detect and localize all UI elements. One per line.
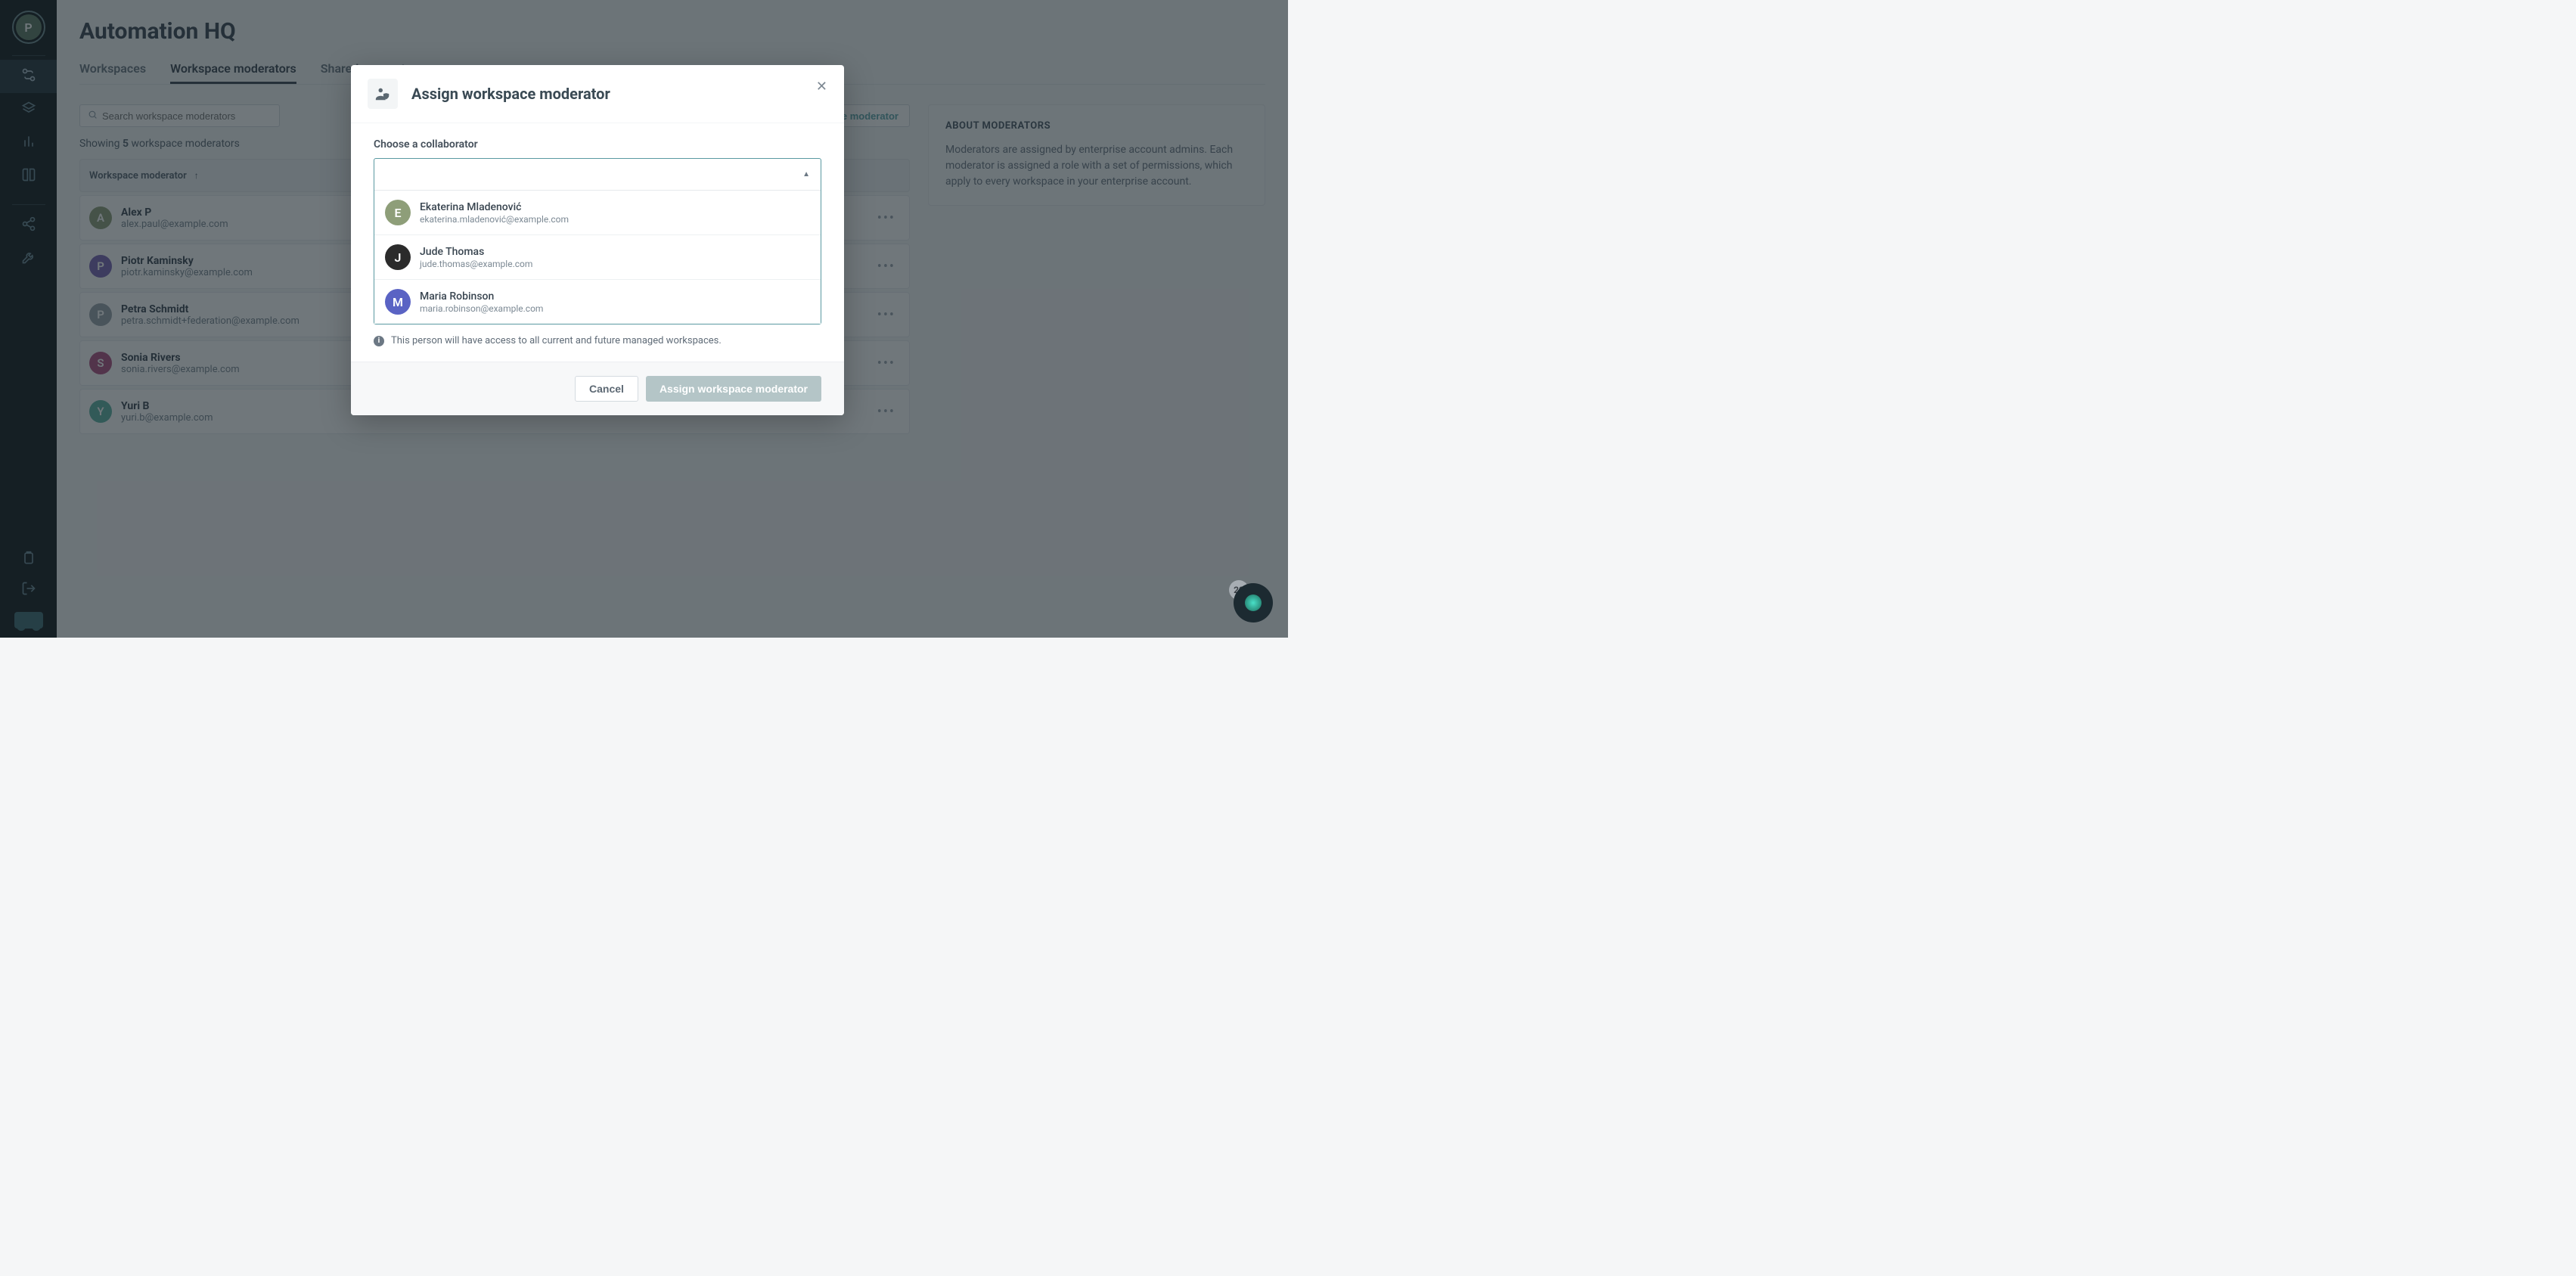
assign-moderator-modal: Assign workspace moderator ✕ Choose a co… bbox=[351, 65, 844, 415]
person-shield-icon bbox=[368, 79, 398, 109]
close-icon: ✕ bbox=[816, 79, 827, 95]
option-name: Ekaterina Mladenović bbox=[420, 201, 569, 213]
assign-workspace-moderator-button[interactable]: Assign workspace moderator bbox=[646, 376, 821, 402]
lightbulb-icon bbox=[1245, 595, 1262, 611]
option-email: maria.robinson@example.com bbox=[420, 303, 543, 314]
cancel-button[interactable]: Cancel bbox=[575, 376, 638, 402]
avatar: M bbox=[385, 289, 411, 315]
combobox-option[interactable]: M Maria Robinsonmaria.robinson@example.co… bbox=[374, 280, 821, 324]
info-icon: i bbox=[374, 336, 384, 346]
caret-up-icon: ▲ bbox=[802, 170, 810, 179]
collaborator-combobox: ▲ E Ekaterina Mladenovićekaterina.mladeno… bbox=[374, 158, 821, 324]
combobox-option[interactable]: J Jude Thomasjude.thomas@example.com bbox=[374, 235, 821, 280]
option-email: jude.thomas@example.com bbox=[420, 259, 532, 269]
modal-info-line: i This person will have access to all cu… bbox=[374, 335, 821, 346]
combobox-input[interactable]: ▲ bbox=[374, 159, 821, 191]
avatar: J bbox=[385, 244, 411, 270]
collaborator-field-label: Choose a collaborator bbox=[374, 138, 821, 151]
modal-title: Assign workspace moderator bbox=[411, 85, 610, 103]
option-email: ekaterina.mladenović@example.com bbox=[420, 214, 569, 225]
option-name: Jude Thomas bbox=[420, 246, 532, 258]
info-text: This person will have access to all curr… bbox=[391, 335, 722, 346]
combobox-option[interactable]: E Ekaterina Mladenovićekaterina.mladenovi… bbox=[374, 191, 821, 235]
avatar: E bbox=[385, 200, 411, 225]
close-button[interactable]: ✕ bbox=[816, 79, 827, 95]
option-name: Maria Robinson bbox=[420, 290, 543, 303]
help-fab[interactable] bbox=[1234, 583, 1273, 622]
